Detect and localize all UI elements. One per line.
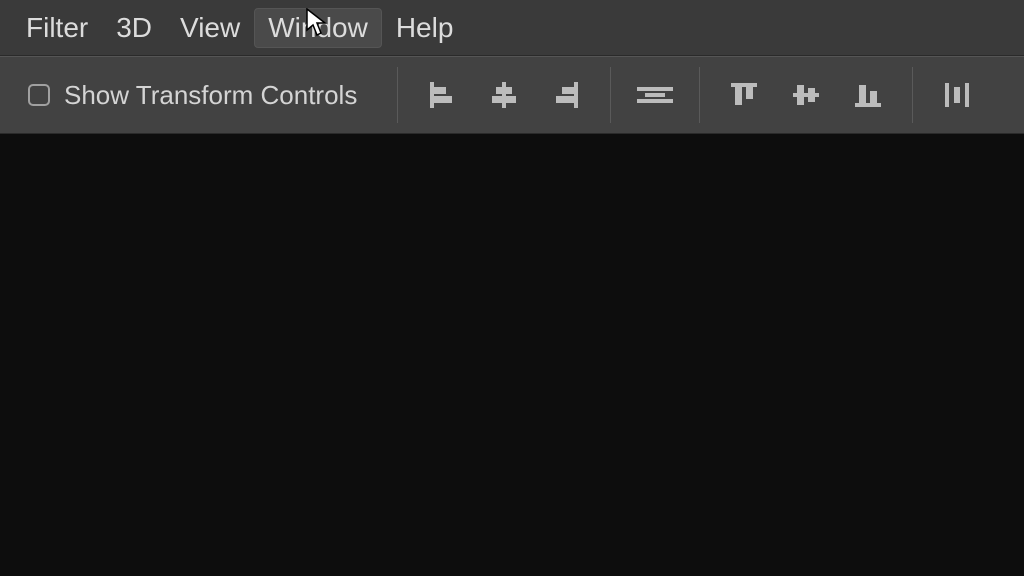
separator: [610, 67, 611, 123]
separator: [397, 67, 398, 123]
align-bottom-edges-button[interactable]: [848, 75, 888, 115]
align-top-edges-button[interactable]: [724, 75, 764, 115]
align-top-edges-icon: [728, 79, 760, 111]
align-vertical-centers-icon: [790, 79, 822, 111]
menu-view[interactable]: View: [166, 8, 254, 48]
distribute-group: [923, 75, 991, 115]
menu-filter[interactable]: Filter: [12, 8, 102, 48]
options-bar: Show Transform Controls: [0, 56, 1024, 134]
align-center-horizontal-icon: [635, 79, 675, 111]
align-vertical-group: [710, 75, 902, 115]
show-transform-controls[interactable]: Show Transform Controls: [0, 80, 387, 111]
align-center-horizontal-button[interactable]: [635, 75, 675, 115]
align-right-edges-button[interactable]: [546, 75, 586, 115]
align-horizontal-group: [408, 75, 600, 115]
separator: [912, 67, 913, 123]
align-left-edges-icon: [426, 79, 458, 111]
distribute-vertical-icon: [941, 79, 973, 111]
show-transform-label: Show Transform Controls: [64, 80, 357, 111]
checkbox-icon: [28, 84, 50, 106]
align-bottom-edges-icon: [852, 79, 884, 111]
menu-3d[interactable]: 3D: [102, 8, 166, 48]
canvas-area[interactable]: [0, 134, 1024, 576]
align-horizontal-centers-button[interactable]: [484, 75, 524, 115]
align-center-group: [621, 75, 689, 115]
align-vertical-centers-button[interactable]: [786, 75, 826, 115]
menu-bar: Filter 3D View Window Help: [0, 0, 1024, 56]
align-left-edges-button[interactable]: [422, 75, 462, 115]
distribute-vertical-button[interactable]: [937, 75, 977, 115]
align-horizontal-centers-icon: [488, 79, 520, 111]
menu-window[interactable]: Window: [254, 8, 382, 48]
separator: [699, 67, 700, 123]
align-right-edges-icon: [550, 79, 582, 111]
menu-help[interactable]: Help: [382, 8, 468, 48]
